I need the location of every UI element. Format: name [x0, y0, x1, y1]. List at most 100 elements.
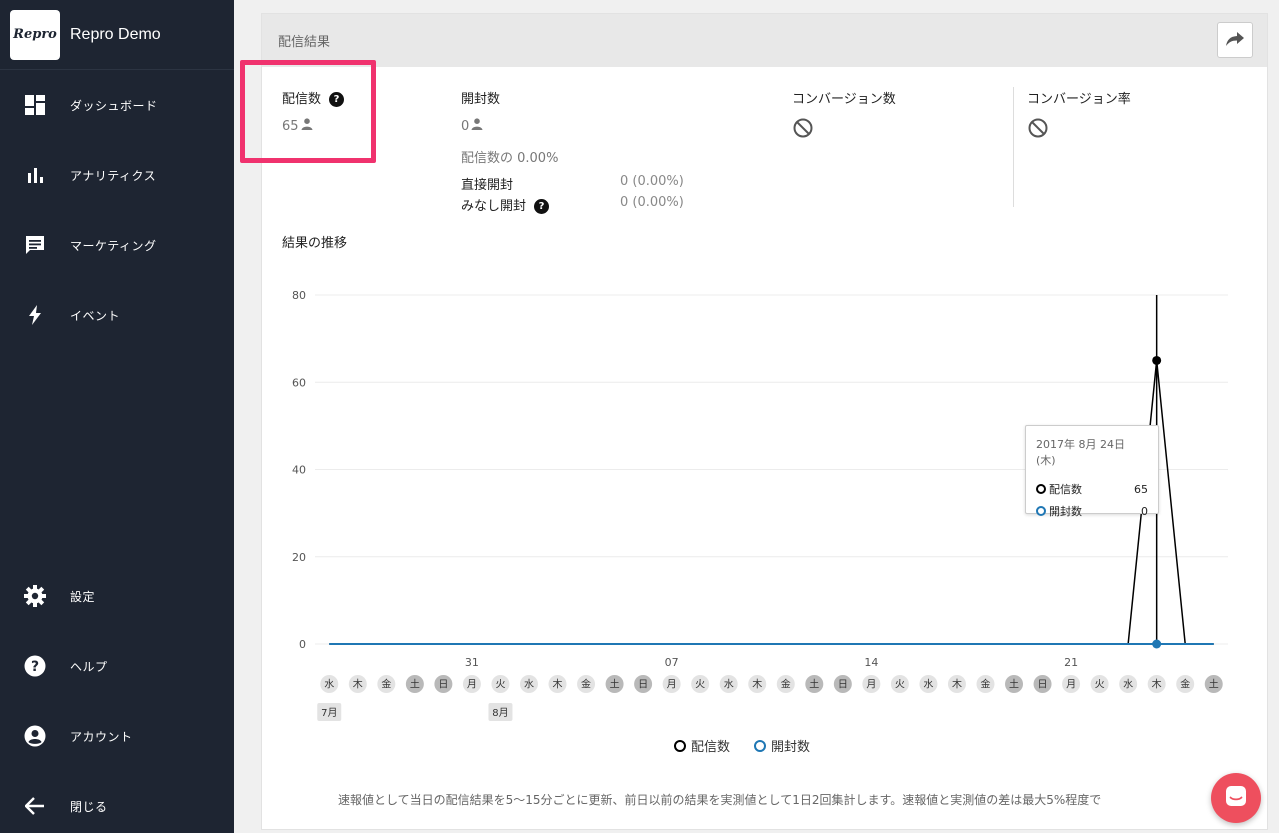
- share-icon: [1226, 31, 1244, 50]
- x-tick-label: 土: [809, 678, 819, 691]
- month-badge-label: 7月: [321, 707, 337, 719]
- y-tick-label: 60: [292, 376, 306, 389]
- tooltip-date: 2017年 8月 24日 (木): [1036, 438, 1125, 467]
- sidebar-item-dashboard[interactable]: ダッシュボード: [0, 85, 234, 125]
- sidebar-item-label: イベント: [70, 308, 121, 323]
- sidebar-item-label: 閉じる: [70, 799, 108, 814]
- back-arrow-icon: [23, 794, 47, 818]
- x-tick-label: 火: [1095, 679, 1105, 691]
- block-icon: [793, 118, 813, 142]
- chart-title: 結果の推移: [282, 236, 348, 251]
- delivered-value-wrap: 65: [282, 118, 313, 134]
- direct-open-label: 直接開封: [461, 178, 514, 193]
- user-icon: [301, 118, 313, 134]
- help-icon[interactable]: ?: [534, 199, 550, 214]
- x-tick-label: 土: [1009, 678, 1019, 691]
- x-tick-label: 木: [752, 679, 762, 691]
- data-point-delivered: [1152, 355, 1162, 365]
- sidebar-item-settings[interactable]: 設定: [0, 576, 234, 616]
- gear-icon: [23, 584, 47, 608]
- svg-text:?: ?: [31, 659, 39, 675]
- x-tick-label: 金: [581, 678, 591, 691]
- month-badge-label: 8月: [492, 707, 508, 719]
- x-tick-label: 日: [1038, 680, 1048, 691]
- app-name: Repro Demo: [70, 25, 161, 43]
- chat-icon: [1225, 785, 1247, 811]
- x-tick-label: 火: [895, 679, 905, 691]
- chart-legend: 配信数 開封数: [674, 736, 810, 755]
- data-point-opened: [1152, 639, 1162, 649]
- x-tick-label: 水: [923, 679, 933, 691]
- share-button[interactable]: [1217, 22, 1253, 58]
- delivered-label-wrap: 配信数?: [282, 88, 345, 107]
- tooltip-row: 配信数 65: [1036, 478, 1148, 500]
- x-tick-label: 金: [1180, 678, 1190, 691]
- x-tick-label: 水: [1123, 679, 1133, 691]
- sidebar: Repro Repro Demo ダッシュボード アナリティクス マーケティング…: [0, 0, 234, 833]
- delivered-label: 配信数: [282, 92, 322, 107]
- x-tick-label: 月: [1066, 679, 1076, 691]
- y-tick-label: 40: [292, 464, 306, 477]
- tooltip-series-value: 65: [1134, 482, 1148, 496]
- opened-value-wrap: 0: [461, 118, 483, 134]
- tooltip-series-name: 配信数: [1049, 483, 1082, 496]
- legend-label: 配信数: [691, 740, 731, 755]
- open-rate: 配信数の 0.00%: [461, 151, 559, 166]
- x-tick-label: 金: [381, 678, 391, 691]
- date-tick-label: 21: [1064, 656, 1078, 669]
- sidebar-item-label: 設定: [70, 589, 96, 604]
- x-tick-label: 日: [838, 680, 848, 691]
- series-marker: [674, 739, 686, 752]
- tooltip-row: 開封数 0: [1036, 500, 1148, 522]
- x-tick-label: 火: [695, 679, 705, 691]
- date-tick-label: 07: [665, 656, 679, 669]
- dashboard-icon: [23, 93, 47, 117]
- direct-open-value: 0 (0.00%): [620, 174, 684, 189]
- x-tick-label: 火: [495, 679, 505, 691]
- legend-label: 開封数: [771, 740, 811, 755]
- legend-item-opened[interactable]: 開封数: [754, 736, 810, 755]
- x-tick-label: 金: [980, 678, 990, 691]
- chart-tooltip: 2017年 8月 24日 (木) 配信数 65 開封数 0: [1025, 425, 1159, 518]
- conversion-rate-label: コンバージョン率: [1027, 92, 1131, 107]
- conversions-label: コンバージョン数: [792, 92, 896, 107]
- x-tick-label: 土: [1209, 678, 1219, 691]
- x-tick-label: 日: [638, 680, 648, 691]
- sidebar-item-help[interactable]: ? ヘルプ: [0, 646, 234, 686]
- x-tick-label: 水: [724, 679, 734, 691]
- sidebar-item-close[interactable]: 閉じる: [0, 786, 234, 826]
- x-tick-label: 木: [952, 679, 962, 691]
- brand[interactable]: Repro Repro Demo: [0, 0, 234, 70]
- tooltip-series-value: 0: [1141, 504, 1148, 518]
- tooltip-series-name: 開封数: [1049, 505, 1082, 518]
- sidebar-item-analytics[interactable]: アナリティクス: [0, 155, 234, 195]
- opened-value: 0: [461, 118, 470, 134]
- sidebar-item-account[interactable]: アカウント: [0, 716, 234, 756]
- repro-logo: Repro: [10, 9, 60, 60]
- chat-button[interactable]: [1211, 773, 1261, 823]
- block-icon: [1028, 118, 1048, 142]
- sidebar-item-label: アナリティクス: [70, 168, 157, 183]
- bolt-icon: [23, 303, 47, 327]
- sidebar-item-marketing[interactable]: マーケティング: [0, 225, 234, 265]
- sidebar-item-label: ダッシュボード: [70, 98, 158, 113]
- x-tick-label: 土: [610, 678, 620, 691]
- x-tick-label: 木: [1152, 679, 1162, 691]
- help-icon[interactable]: ?: [329, 92, 345, 107]
- footnote: 速報値として当日の配信結果を5〜15分ごとに更新、前日以前の結果を実測値として1…: [338, 793, 1102, 807]
- card-title: 配信結果: [278, 35, 331, 50]
- y-tick-label: 80: [292, 289, 306, 302]
- y-tick-label: 0: [299, 638, 306, 651]
- message-icon: [23, 233, 47, 257]
- delivered-value: 65: [282, 118, 299, 134]
- sidebar-item-events[interactable]: イベント: [0, 295, 234, 335]
- deemed-open-value: 0 (0.00%): [620, 195, 684, 210]
- x-tick-label: 木: [353, 679, 363, 691]
- x-tick-label: 月: [467, 679, 477, 691]
- y-tick-label: 20: [292, 551, 306, 564]
- series-marker: [1036, 484, 1046, 494]
- legend-item-delivered[interactable]: 配信数: [674, 736, 730, 755]
- series-marker: [754, 739, 767, 752]
- sidebar-item-label: マーケティング: [70, 238, 157, 253]
- x-tick-label: 月: [866, 679, 876, 691]
